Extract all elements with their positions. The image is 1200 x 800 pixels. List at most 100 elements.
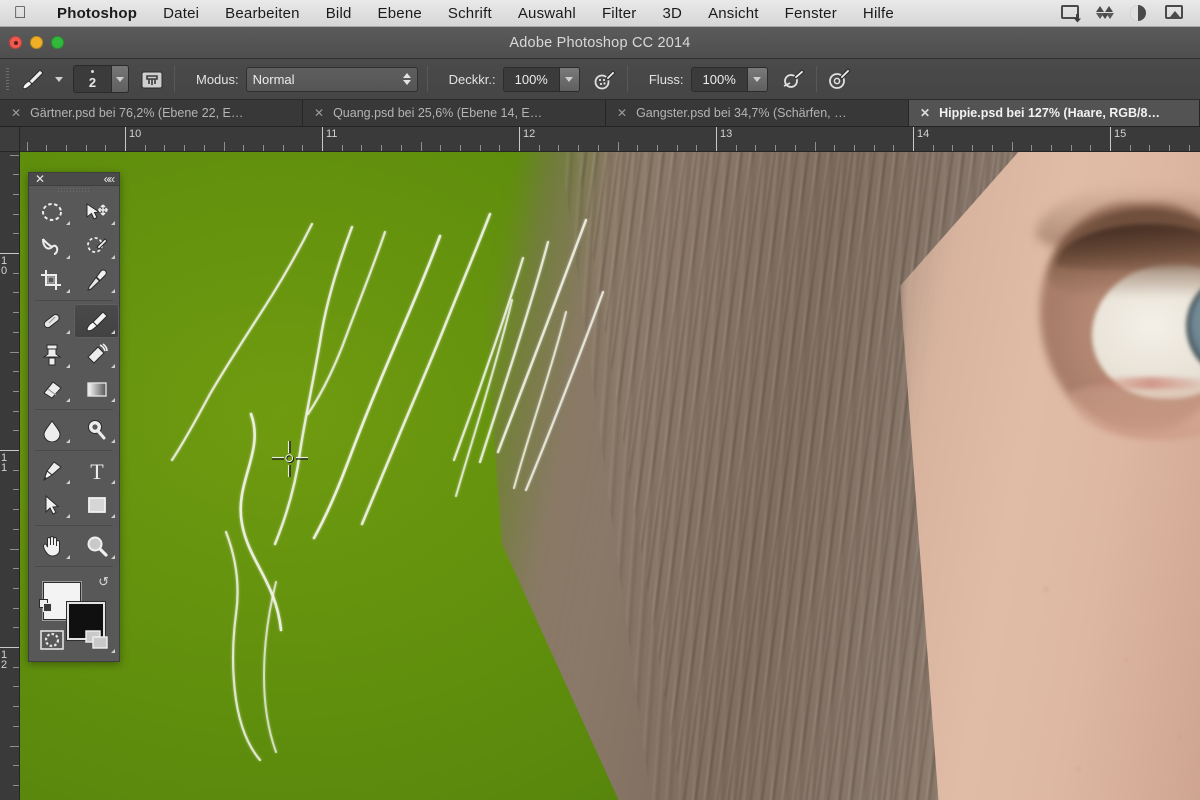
airplay-icon[interactable] <box>1165 4 1184 22</box>
history-brush-tool[interactable] <box>74 338 119 372</box>
elliptical-marquee-tool[interactable] <box>29 195 74 229</box>
close-icon[interactable]: ✕ <box>920 106 930 120</box>
quick-selection-tool[interactable] <box>74 229 119 263</box>
brush-preset-picker[interactable]: 2 <box>73 65 129 93</box>
tab-gaertner[interactable]: ✕ Gärtner.psd bei 76,2% (Ebene 22, E… <box>0 100 303 126</box>
menu-bar-tray <box>1061 4 1190 22</box>
canvas-area[interactable] <box>20 152 1200 800</box>
brush-size-display[interactable]: 2 <box>74 66 111 92</box>
menu-item-bild[interactable]: Bild <box>313 5 365 22</box>
brush-tip-preview <box>91 69 94 73</box>
color-swatches: ↺ <box>29 570 119 640</box>
leaf-icon[interactable] <box>1130 4 1149 22</box>
screen-share-icon[interactable] <box>1061 4 1080 22</box>
macos-menu-bar:  Photoshop Datei Bearbeiten Bild Ebene … <box>0 0 1200 27</box>
menu-item-fenster[interactable]: Fenster <box>772 5 850 22</box>
airbrush-icon[interactable] <box>781 67 807 91</box>
brush-panel-icon[interactable] <box>139 67 165 91</box>
default-colors-icon[interactable] <box>39 599 53 613</box>
menu-item-3d[interactable]: 3D <box>649 5 695 22</box>
eraser-tool[interactable] <box>29 372 74 406</box>
zoom-tool[interactable] <box>74 529 119 563</box>
menu-item-schrift[interactable]: Schrift <box>435 5 505 22</box>
apple-logo-icon[interactable]:  <box>10 4 30 23</box>
brush-icon[interactable] <box>20 67 46 91</box>
eyedropper-tool[interactable] <box>74 263 119 297</box>
dodge-tool[interactable] <box>74 413 119 447</box>
menu-item-ebene[interactable]: Ebene <box>365 5 435 22</box>
brush-preset-dropdown-arrow[interactable] <box>55 76 63 82</box>
tab-gangster[interactable]: ✕ Gangster.psd bei 34,7% (Schärfen, … <box>606 100 909 126</box>
type-tool[interactable]: T <box>74 454 119 488</box>
close-icon[interactable]: ✕ <box>35 173 45 185</box>
gradient-tool[interactable] <box>74 372 119 406</box>
close-icon[interactable]: ✕ <box>617 106 627 120</box>
ruler-label: 10 <box>129 128 142 140</box>
ruler-label: 12 <box>523 128 536 140</box>
ruler-corner[interactable] <box>0 127 20 152</box>
lasso-tool[interactable] <box>29 229 74 263</box>
tools-panel-grip[interactable] <box>29 186 119 195</box>
menu-item-photoshop[interactable]: Photoshop <box>44 5 150 22</box>
flow-label: Fluss: <box>648 71 684 87</box>
opacity-value[interactable]: 100% <box>503 67 559 91</box>
tools-panel: ✕ «« T ↺ <box>28 172 120 662</box>
menu-item-auswahl[interactable]: Auswahl <box>505 5 589 22</box>
pressure-size-icon[interactable] <box>826 67 852 91</box>
options-divider-2 <box>426 66 428 92</box>
tools-panel-bottom <box>29 623 119 661</box>
opacity-dropdown-arrow[interactable] <box>558 67 579 91</box>
tab-quang[interactable]: ✕ Quang.psd bei 25,6% (Ebene 14, E… <box>303 100 606 126</box>
close-icon[interactable]: ✕ <box>11 106 21 120</box>
menu-item-bearbeiten[interactable]: Bearbeiten <box>212 5 313 22</box>
menu-item-filter[interactable]: Filter <box>589 5 650 22</box>
swap-colors-icon[interactable]: ↺ <box>98 574 109 590</box>
hand-tool[interactable] <box>29 529 74 563</box>
vertical-ruler[interactable]: 10 11 12 <box>0 152 20 800</box>
painted-hair-strokes <box>170 212 605 762</box>
flow-dropdown-arrow[interactable] <box>746 67 767 91</box>
tools-panel-header[interactable]: ✕ «« <box>29 173 119 186</box>
mode-label: Modus: <box>196 71 239 87</box>
close-icon[interactable]: ✕ <box>314 106 324 120</box>
pen-tool[interactable] <box>29 454 74 488</box>
options-bar-grip[interactable] <box>0 59 14 100</box>
blur-tool[interactable] <box>29 413 74 447</box>
clone-stamp-tool[interactable] <box>29 338 74 372</box>
crop-tool[interactable] <box>29 263 74 297</box>
menu-item-hilfe[interactable]: Hilfe <box>850 5 907 22</box>
pressure-opacity-icon[interactable] <box>592 67 618 91</box>
menu-item-datei[interactable]: Datei <box>150 5 212 22</box>
horizontal-ruler[interactable]: 10 11 12 13 14 15 <box>20 127 1200 152</box>
tab-label: Gärtner.psd bei 76,2% (Ebene 22, E… <box>30 106 244 120</box>
screen-mode-icon[interactable] <box>74 623 119 657</box>
tab-hippie[interactable]: ✕ Hippie.psd bei 127% (Haare, RGB/8… <box>909 100 1200 126</box>
rectangle-tool[interactable] <box>74 488 119 522</box>
tools-grid: T <box>29 195 119 570</box>
ruler-label: 12 <box>1 649 8 671</box>
brush-preset-arrow[interactable] <box>111 66 128 92</box>
flow-field[interactable]: 100% <box>690 66 768 92</box>
flow-value[interactable]: 100% <box>691 67 747 91</box>
double-chevron-left-icon[interactable]: «« <box>104 173 115 185</box>
options-divider-3 <box>626 66 628 92</box>
options-divider-1 <box>174 66 175 92</box>
move-tool[interactable] <box>74 195 119 229</box>
blend-mode-select[interactable]: Normal <box>245 66 418 92</box>
photoshop-window:  Photoshop Datei Bearbeiten Bild Ebene … <box>0 0 1200 800</box>
brush-tool[interactable] <box>74 303 119 338</box>
tools-divider-3 <box>35 449 113 451</box>
path-selection-tool[interactable] <box>29 488 74 522</box>
menu-item-ansicht[interactable]: Ansicht <box>695 5 772 22</box>
opacity-field[interactable]: 100% <box>502 66 580 92</box>
quick-mask-icon[interactable] <box>29 623 74 657</box>
document-tab-bar: ✕ Gärtner.psd bei 76,2% (Ebene 22, E… ✕ … <box>0 100 1200 127</box>
tools-divider-1 <box>35 299 113 301</box>
window-title: Adobe Photoshop CC 2014 <box>509 34 691 51</box>
spot-healing-brush-tool[interactable] <box>29 304 74 338</box>
opacity-label: Deckkr.: <box>448 71 496 87</box>
brush-size-value: 2 <box>88 74 97 90</box>
dropbox-icon[interactable] <box>1095 5 1114 21</box>
ruler-label: 11 <box>1 452 8 474</box>
ruler-label: 10 <box>1 255 8 277</box>
